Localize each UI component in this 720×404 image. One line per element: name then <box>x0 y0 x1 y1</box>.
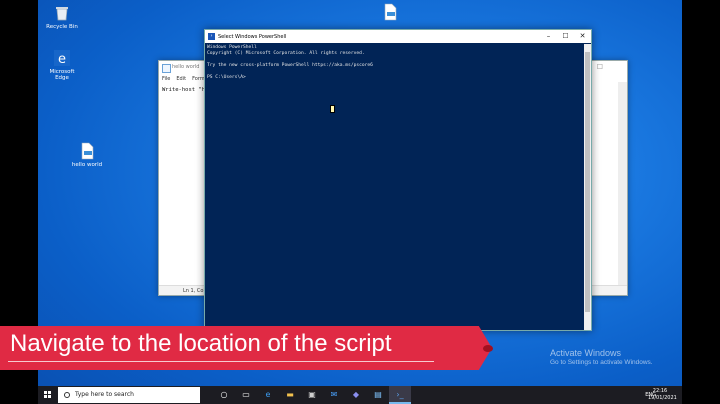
taskbar: Type here to search ○ ▭ e ▬ ▣ ✉ ◆ ▤ ›_ E… <box>38 386 682 404</box>
desktop-icon-edge[interactable]: e Microsoft Edge <box>42 49 82 81</box>
edge-icon[interactable]: e <box>257 386 279 404</box>
notepad-title: hello world <box>172 64 200 70</box>
search-placeholder: Type here to search <box>75 391 134 398</box>
start-button[interactable] <box>41 386 55 404</box>
script-file-icon <box>381 3 399 21</box>
svg-text:e: e <box>58 52 66 67</box>
activate-windows-watermark: Activate Windows Go to Settings to activ… <box>550 348 653 366</box>
desktop-icon-label: Microsoft Edge <box>49 69 75 81</box>
watermark-subtitle: Go to Settings to activate Windows. <box>550 359 653 366</box>
taskbar-search-box[interactable]: Type here to search <box>58 387 200 403</box>
notepad-icon <box>162 64 171 73</box>
edge-icon: e <box>53 49 71 67</box>
minimize-button[interactable]: – <box>540 30 557 43</box>
desktop-icon-hello-world[interactable]: hello world <box>67 142 107 168</box>
store-icon[interactable]: ▣ <box>301 386 323 404</box>
task-view-icon[interactable]: ▭ <box>235 386 257 404</box>
desktop-icon-file[interactable] <box>370 3 410 23</box>
notepad-icon[interactable]: ▤ <box>367 386 389 404</box>
notepad-scrollbar[interactable] <box>618 82 627 285</box>
clock[interactable]: 22:16 19/01/2021 <box>648 388 677 402</box>
powershell-icon[interactable]: ›_ <box>389 386 411 404</box>
recycle-bin-icon <box>53 4 71 22</box>
desktop-icon-label: Recycle Bin <box>46 24 78 30</box>
maximize-button[interactable]: ☐ <box>557 30 574 43</box>
watermark-title: Activate Windows <box>550 348 622 358</box>
scrollbar-thumb[interactable] <box>585 52 590 312</box>
menu-edit[interactable]: Edit <box>176 76 186 82</box>
close-button[interactable]: ✕ <box>574 30 591 43</box>
console-output[interactable]: Windows PowerShell Copyright (C) Microsof… <box>205 44 583 330</box>
desktop-icon-recycle-bin[interactable]: Recycle Bin <box>42 4 82 30</box>
console-scrollbar[interactable] <box>584 44 591 330</box>
clock-date: 19/01/2021 <box>648 395 677 401</box>
maximize-icon[interactable]: ☐ <box>597 63 603 71</box>
powershell-titlebar[interactable]: › Select Windows PowerShell – ☐ ✕ <box>205 30 591 43</box>
powershell-icon: › <box>208 33 215 40</box>
letterbox-right <box>682 0 720 404</box>
caption-text: Navigate to the location of the script <box>10 330 392 357</box>
menu-file[interactable]: File <box>162 76 170 82</box>
caption-underline <box>8 361 434 362</box>
mouse-cursor-icon <box>330 105 335 113</box>
search-icon <box>64 392 70 398</box>
desktop-icon-label: hello world <box>71 162 103 168</box>
tag-hole <box>483 345 493 352</box>
powershell-window[interactable]: › Select Windows PowerShell – ☐ ✕ Window… <box>204 29 592 331</box>
teams-icon[interactable]: ◆ <box>345 386 367 404</box>
mail-icon[interactable]: ✉ <box>323 386 345 404</box>
clock-time: 22:16 <box>652 388 668 394</box>
cursor-position: Ln 1, Col <box>183 288 205 294</box>
cortana-icon[interactable]: ○ <box>213 386 235 404</box>
file-explorer-icon[interactable]: ▬ <box>279 386 301 404</box>
powershell-title: Select Windows PowerShell <box>218 34 287 40</box>
script-file-icon <box>78 142 96 160</box>
console-prompt: PS C:\Users\A> <box>207 75 246 80</box>
